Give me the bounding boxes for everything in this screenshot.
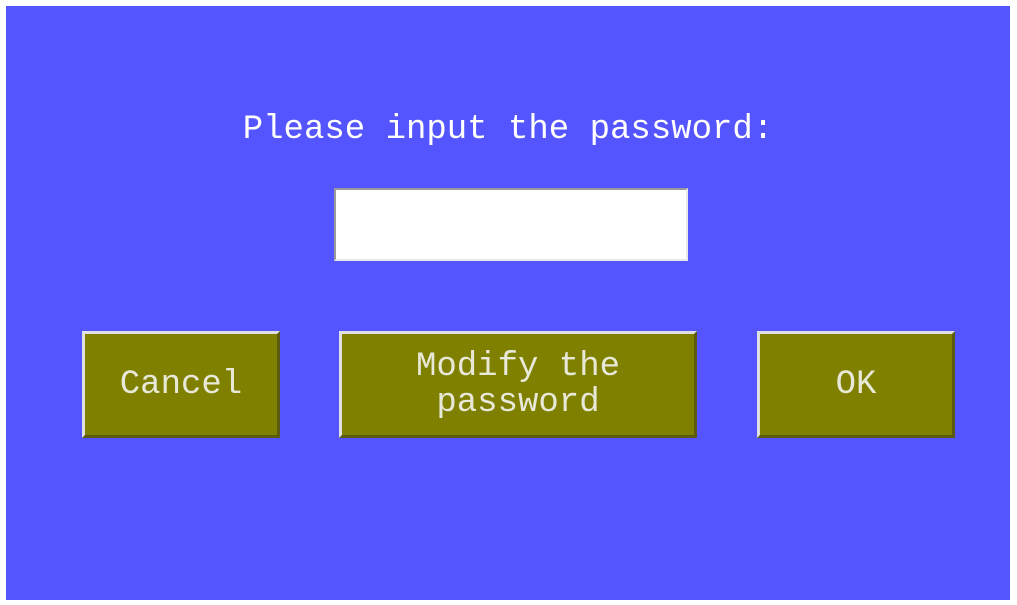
password-dialog-panel: Please input the password: Cancel Modify… [6, 6, 1010, 600]
cancel-button-label: Cancel [119, 365, 243, 404]
cancel-button[interactable]: Cancel [82, 331, 280, 438]
ok-button-label: OK [835, 365, 877, 404]
password-input[interactable] [334, 188, 688, 261]
modify-password-button-label: Modify the password [415, 347, 621, 422]
modify-password-button[interactable]: Modify the password [339, 331, 697, 438]
password-prompt-label: Please input the password: [242, 111, 774, 149]
ok-button[interactable]: OK [757, 331, 955, 438]
